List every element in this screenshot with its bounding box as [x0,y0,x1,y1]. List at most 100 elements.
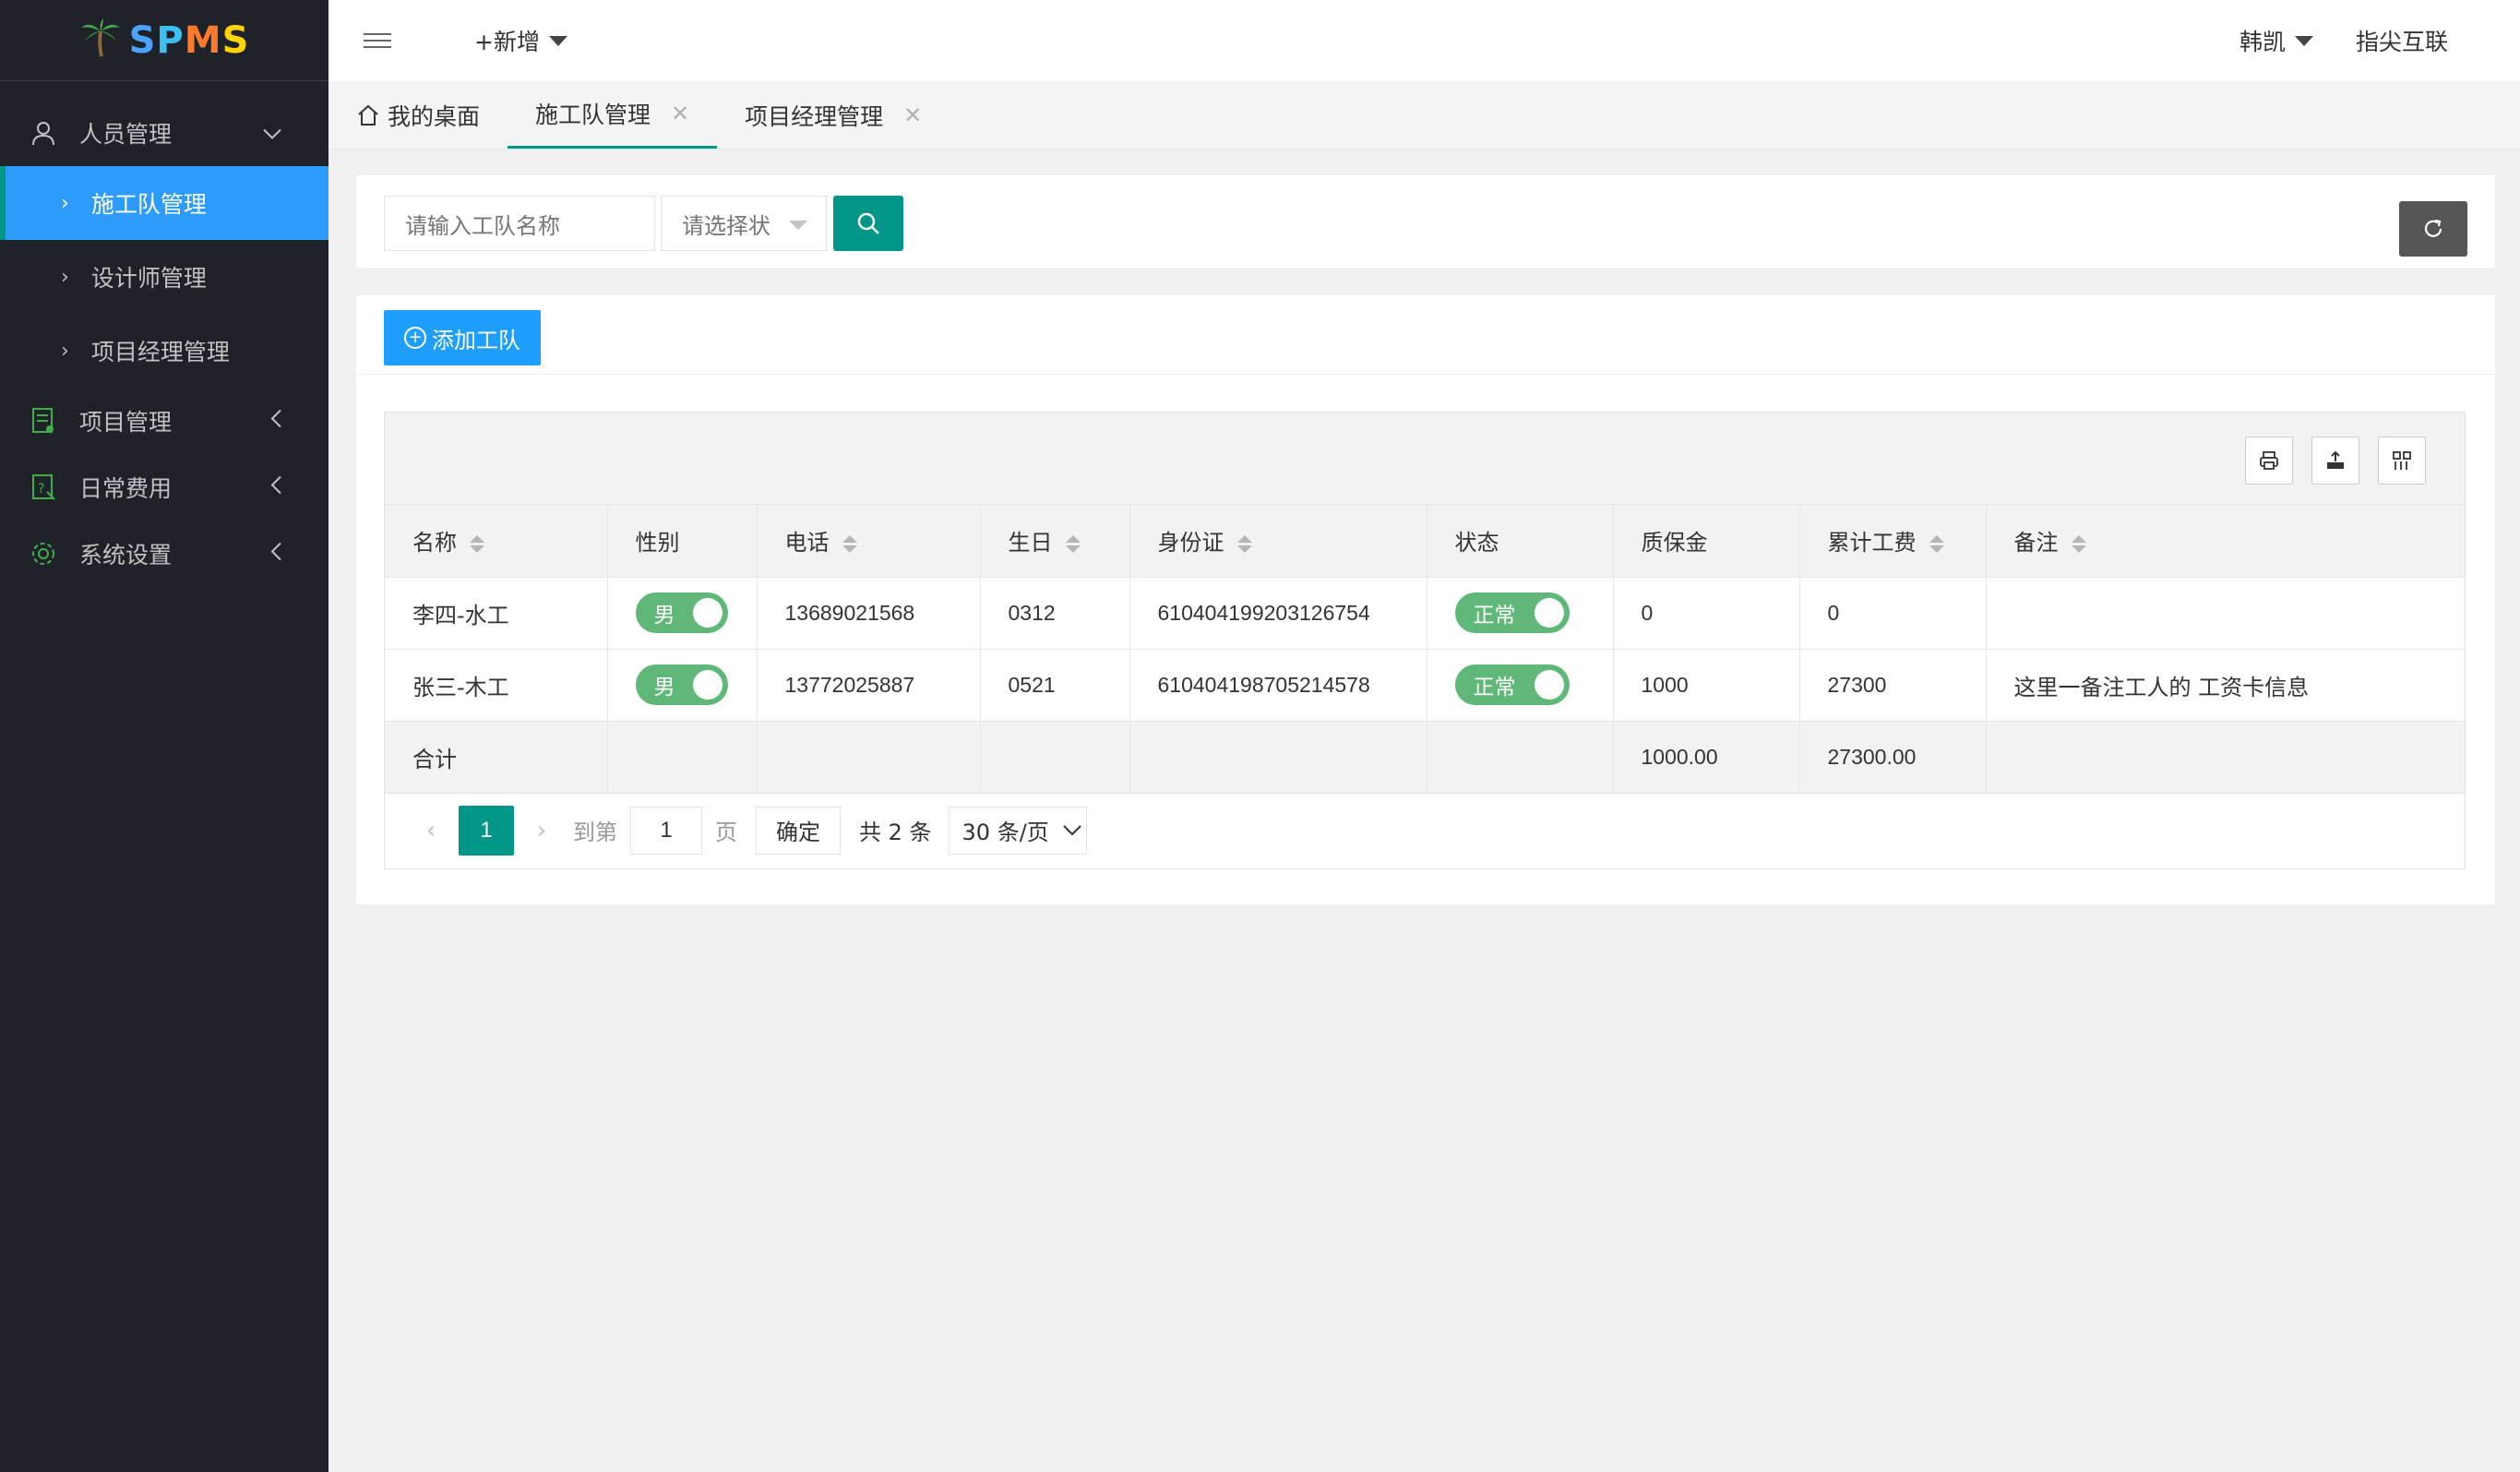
tab-label: 施工队管理 [535,102,651,128]
chevron-left-icon [269,541,282,568]
page-current[interactable]: 1 [459,805,514,856]
export-button[interactable] [2311,437,2359,485]
goto-page-input[interactable]: 1 [630,806,702,855]
tab-label: 项目经理管理 [745,102,884,130]
sidebar-group-label: 项目管理 [79,409,173,436]
close-icon[interactable]: ✕ [903,102,922,128]
cell-status: 正常 [1427,649,1614,722]
app-logo[interactable]: SPMS [0,0,328,81]
tab-pm-management[interactable]: 项目经理管理 ✕ [717,82,949,149]
page-unit-label: 页 [715,820,737,845]
tab-desktop[interactable]: 我的桌面 [328,82,508,149]
sort-icon [842,534,857,553]
print-button[interactable] [2245,437,2293,485]
cell-name: 张三-木工 [385,649,608,722]
add-team-button[interactable]: + 添加工队 [384,310,541,365]
print-icon [2258,449,2280,472]
cell-phone: 13689021568 [757,577,981,650]
chevron-left-icon [269,474,282,501]
sidebar: SPMS 人员管理 › 施工队管理 › 设计师管理 › 项目经理管理 项目管理 … [0,0,328,1472]
column-header-gender: 性别 [607,505,758,578]
chevron-left-icon [269,408,282,435]
refresh-icon [2420,216,2446,242]
status-switch[interactable]: 正常 [1454,664,1570,705]
sidebar-item-label: 项目经理管理 [90,339,230,365]
data-panel: + 添加工队 名称 性别 电话 生日 身份证 状态 质保金 累计工费 备注 李四… [356,295,2495,904]
sidebar-group-expense[interactable]: ? 日常费用 [0,454,328,521]
chevron-right-icon: › [61,265,69,289]
menu-toggle-icon[interactable] [364,29,391,53]
cell-total-pay: 0 [1799,577,1987,650]
table-header-row: 名称 性别 电话 生日 身份证 状态 质保金 累计工费 备注 [385,505,2465,578]
column-header-deposit: 质保金 [1613,505,1800,578]
total-deposit: 1000.00 [1613,721,1800,794]
panel-toolbar [356,295,2495,375]
close-icon[interactable]: ✕ [671,101,689,126]
data-table: 名称 性别 电话 生日 身份证 状态 质保金 累计工费 备注 李四-水工 男 1… [385,505,2465,794]
chevron-down-icon [262,120,282,147]
new-dropdown-button[interactable]: +新增 [474,24,567,57]
app-logo-text: SPMS [128,18,250,62]
column-header-total-pay[interactable]: 累计工费 [1799,505,1987,578]
sidebar-item-team[interactable]: › 施工队管理 [0,166,328,240]
sidebar-item-designer[interactable]: › 设计师管理 [0,240,328,314]
export-icon [2324,449,2347,472]
gender-switch[interactable]: 男 [635,592,728,633]
cell-birthday: 0312 [980,577,1130,650]
tab-label: 我的桌面 [388,102,481,130]
sidebar-group-label: 系统设置 [79,542,173,568]
columns-filter-button[interactable] [2378,437,2426,485]
table-toolbar [385,413,2465,505]
search-panel: 请输入工队名称 请选择状 [356,175,2495,268]
column-header-id-card[interactable]: 身份证 [1129,505,1427,578]
svg-text:?: ? [38,482,44,497]
sidebar-item-pm[interactable]: › 项目经理管理 [0,314,328,388]
org-name[interactable]: 指尖互联 [2356,24,2448,57]
expense-icon: ? [28,472,59,503]
next-page-icon[interactable]: › [523,817,560,844]
cell-name: 李四-水工 [385,577,608,650]
column-header-name[interactable]: 名称 [385,505,608,578]
gender-switch[interactable]: 男 [635,664,728,705]
cell-gender: 男 [607,577,758,650]
team-table: 名称 性别 电话 生日 身份证 状态 质保金 累计工费 备注 李四-水工 男 1… [384,412,2466,869]
status-switch[interactable]: 正常 [1454,592,1570,633]
home-icon [356,103,380,127]
table-row[interactable]: 张三-木工 男 13772025887 0521 610404198705214… [385,649,2465,722]
sidebar-nav: 人员管理 › 施工队管理 › 设计师管理 › 项目经理管理 项目管理 ? 日常费… [0,81,328,587]
caret-down-icon [2295,35,2313,46]
sidebar-group-staff[interactable]: 人员管理 [0,100,328,166]
chevron-right-icon: › [61,191,69,215]
sidebar-group-project[interactable]: 项目管理 [0,388,328,454]
prev-page-icon[interactable]: ‹ [412,817,449,844]
table-row[interactable]: 李四-水工 男 13689021568 0312 610404199203126… [385,577,2465,650]
tab-team-management[interactable]: 施工队管理 ✕ [508,82,718,149]
column-header-phone[interactable]: 电话 [757,505,981,578]
sort-icon [1929,534,1944,553]
column-header-remark[interactable]: 备注 [1986,505,2465,578]
palm-tree-icon [79,18,122,63]
cell-gender: 男 [607,649,758,722]
cell-total-pay: 27300 [1799,649,1987,722]
goto-confirm-button[interactable]: 确定 [756,806,841,855]
team-name-input[interactable]: 请输入工队名称 [384,196,655,251]
cell-deposit: 1000 [1613,649,1800,722]
sidebar-group-settings[interactable]: 系统设置 [0,521,328,587]
refresh-button[interactable] [2399,201,2467,257]
search-button[interactable] [833,196,903,251]
caret-down-icon [789,221,807,230]
sort-icon [1236,534,1252,553]
user-menu[interactable]: 韩凯 [2239,24,2313,57]
cell-remark: 这里一备注工人的 工资卡信息 [1986,649,2465,722]
new-label: +新增 [474,29,540,55]
cell-phone: 13772025887 [757,649,981,722]
status-select[interactable]: 请选择状 [661,196,827,251]
add-team-label: 添加工队 [432,327,520,353]
column-header-birthday[interactable]: 生日 [980,505,1130,578]
top-header: +新增 韩凯 指尖互联 [328,0,2520,81]
sort-icon [2071,534,2086,553]
user-name: 韩凯 [2239,29,2286,55]
page-size-select[interactable]: 30 条/页 [948,806,1087,855]
sort-icon [1065,534,1081,553]
sidebar-item-label: 施工队管理 [90,191,207,218]
